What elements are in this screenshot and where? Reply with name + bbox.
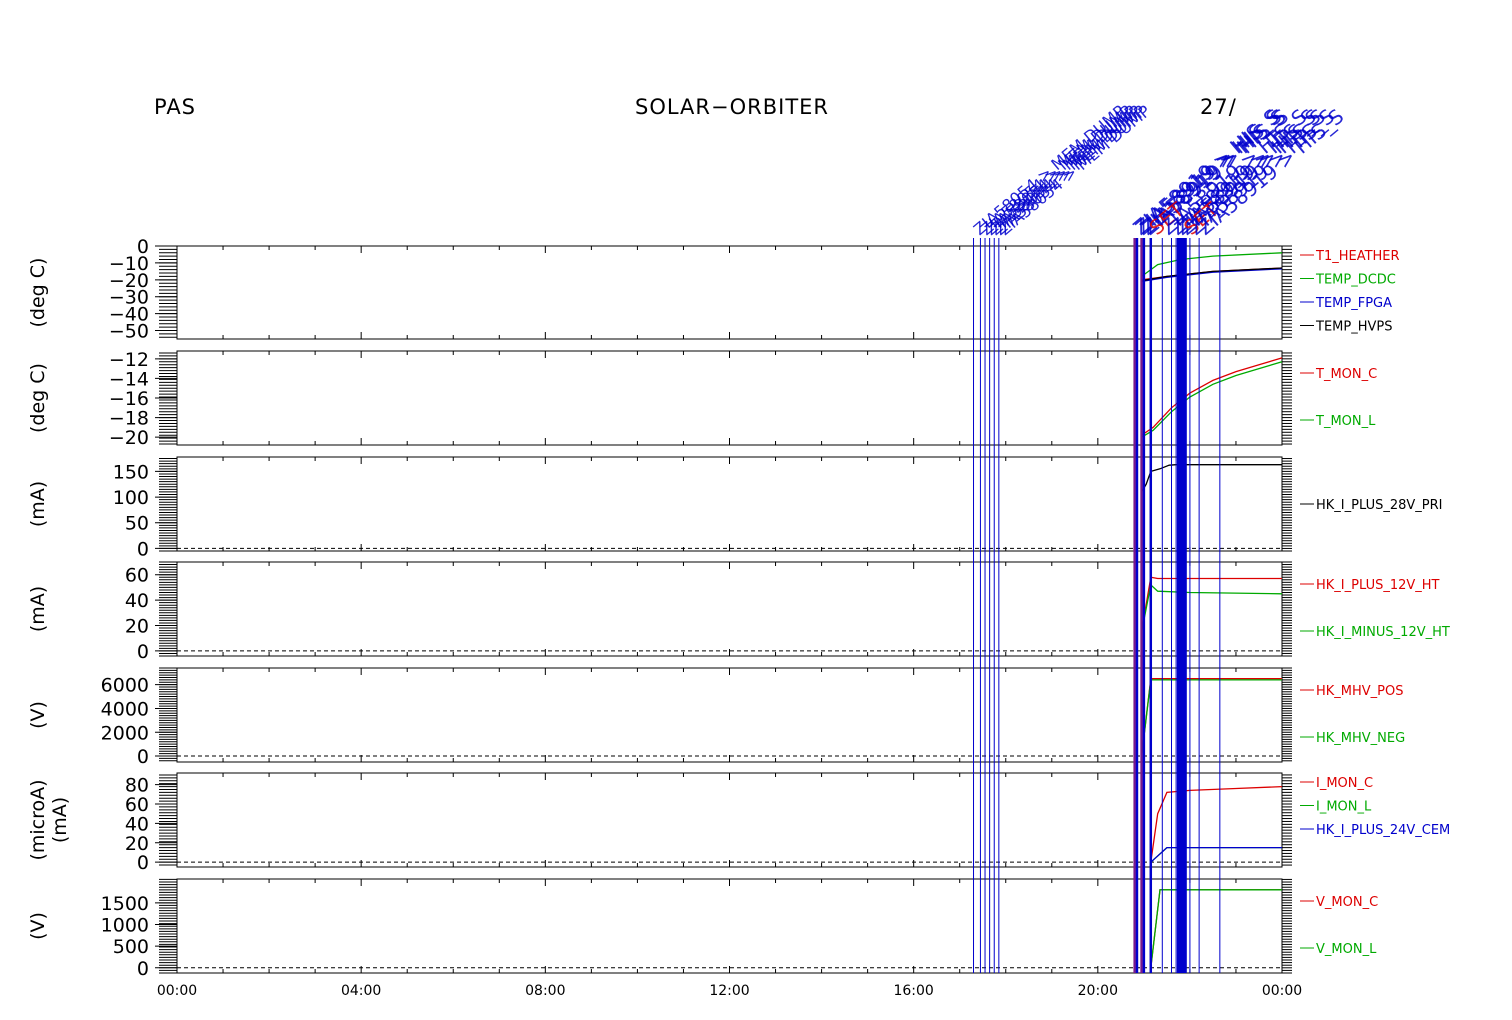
plot-canvas: 0−10−20−30−40−50(deg C)T1_HEATHERTEMP_DC… [27, 101, 1450, 999]
y-tick-label: 6000 [101, 675, 149, 697]
legend-label: HK_I_PLUS_28V_PRI [1316, 498, 1442, 513]
mission-title: SOLAR−ORBITER [635, 95, 830, 119]
legend-label: HK_I_PLUS_12V_HT [1316, 578, 1440, 593]
instrument-title: PAS [154, 95, 197, 119]
event-annotation: ZIA58054 > MEM DUMP [995, 101, 1154, 239]
y-tick-label: 2000 [101, 722, 149, 744]
y-tick-label: 60 [125, 565, 149, 587]
panel-frame [176, 878, 1283, 974]
legend-label: T_MON_C [1315, 367, 1377, 382]
legend-label: I_MON_C [1316, 776, 1373, 791]
series-line [1150, 846, 1282, 863]
legend-label: T_MON_L [1315, 414, 1376, 429]
panel-frame [176, 772, 1283, 868]
series-line [1150, 785, 1283, 863]
x-tick-label: 00:00 [1262, 983, 1302, 999]
y-axis-label: (deg C) [27, 258, 49, 328]
legend-label: HK_I_MINUS_12V_HT [1316, 625, 1450, 640]
legend-label: TEMP_HVPS [1315, 320, 1392, 335]
legend-label: HK_I_PLUS_24V_CEM [1316, 823, 1450, 838]
legend-label: TEMP_DCDC [1315, 273, 1396, 288]
x-tick-label: 04:00 [341, 983, 381, 999]
legend-label: HK_MHV_NEG [1316, 731, 1405, 746]
y-axis-label: (microA) [27, 779, 49, 860]
y-tick-label: 1500 [101, 893, 149, 915]
y-axis-label-secondary: (mA) [49, 797, 71, 843]
series-line [1150, 889, 1282, 968]
y-tick-label: 0 [137, 852, 149, 874]
date-title: 27/ [1200, 95, 1237, 119]
series-line [1150, 889, 1282, 968]
panel-frame [176, 667, 1283, 763]
y-tick-label: 50 [125, 513, 149, 535]
legend-label: T1_HEATHER [1315, 249, 1400, 264]
x-tick-label: 20:00 [1078, 983, 1118, 999]
y-tick-label: −50 [109, 321, 149, 343]
y-tick-label: 40 [125, 590, 149, 612]
y-tick-label: 0 [137, 538, 149, 560]
y-tick-label: −20 [109, 427, 149, 449]
legend-label: I_MON_L [1316, 800, 1372, 815]
x-tick-label: 00:00 [157, 983, 197, 999]
legend-label: V_MON_C [1316, 895, 1378, 910]
y-tick-label: 0 [137, 958, 149, 980]
y-tick-label: 1000 [101, 914, 149, 936]
y-axis-label: (V) [27, 701, 49, 729]
x-tick-label: 16:00 [893, 983, 933, 999]
series-line [1150, 846, 1282, 863]
panel-frame [176, 561, 1283, 657]
y-axis-label: (mA) [27, 586, 49, 632]
panel-frame [176, 456, 1283, 552]
y-axis-label: (deg C) [27, 363, 49, 433]
y-tick-label: 0 [137, 746, 149, 768]
legend-label: TEMP_FPGA [1315, 296, 1392, 311]
y-tick-label: 100 [113, 487, 149, 509]
y-tick-label: 150 [113, 461, 149, 483]
y-tick-label: 500 [113, 936, 149, 958]
x-tick-label: 12:00 [709, 983, 749, 999]
legend-label: V_MON_L [1316, 942, 1377, 957]
x-tick-label: 08:00 [525, 983, 565, 999]
y-axis-label: (V) [27, 912, 49, 940]
y-tick-label: 20 [125, 616, 149, 638]
y-tick-label: 4000 [101, 698, 149, 720]
panel-frame [176, 245, 1283, 340]
legend-label: HK_MHV_POS [1316, 684, 1404, 699]
y-axis-label: (mA) [27, 481, 49, 527]
y-tick-label: 0 [137, 641, 149, 663]
panel-frame [176, 350, 1283, 446]
